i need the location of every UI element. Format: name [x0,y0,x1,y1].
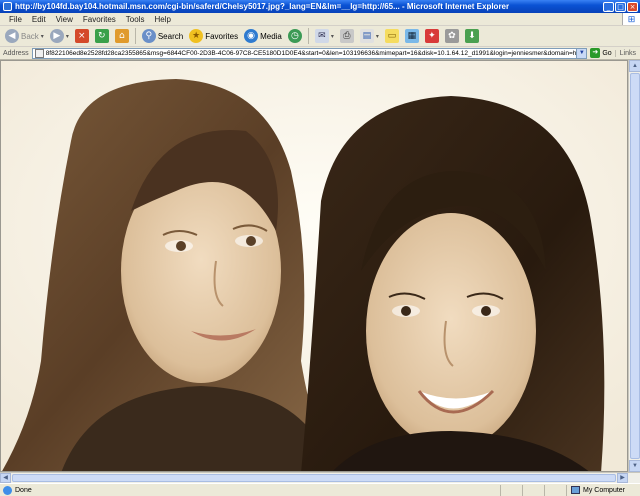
history-button[interactable]: ◷ [286,27,304,45]
media-label: Media [260,31,282,41]
mail-icon: ✉ [314,29,329,43]
messenger-icon: ✦ [424,29,439,43]
maximize-button[interactable]: □ [615,1,626,12]
edit-button[interactable]: ▤ ▾ [358,27,381,45]
back-button[interactable]: ◀ Back ▾ [3,27,46,45]
vertical-scrollbar[interactable]: ▲ ▼ [628,60,640,472]
scroll-down-icon[interactable]: ▼ [629,460,640,472]
status-bar: Done My Computer [0,483,640,496]
page-content [0,60,628,472]
forward-button[interactable]: ▶ ▾ [48,27,71,45]
photo [1,61,627,471]
computer-icon [571,486,580,494]
address-bar: Address ▼ ➜ Go Links [0,47,640,60]
security-zone: My Computer [566,484,640,496]
media-button[interactable]: ◉ Media [242,27,284,45]
status-cell [522,484,544,496]
forward-dropdown-icon[interactable]: ▾ [66,33,69,40]
close-button[interactable]: × [627,1,638,12]
back-dropdown-icon[interactable]: ▾ [41,33,44,40]
address-field[interactable]: ▼ [31,47,588,59]
download-button[interactable]: ⬇ [463,27,481,45]
menu-view[interactable]: View [51,15,78,24]
star-icon: ★ [189,29,204,43]
menu-edit[interactable]: Edit [27,15,51,24]
print-button[interactable]: ⎙ [338,27,356,45]
back-label: Back [21,31,39,41]
search-button[interactable]: ⚲ Search [140,27,185,45]
home-icon: ⌂ [114,29,129,43]
stop-button[interactable]: × [73,27,91,45]
window-title: http://by104fd.bay104.hotmail.msn.com/cg… [15,2,510,11]
go-arrow-icon: ➜ [590,48,601,58]
horizontal-scrollbar[interactable]: ◀ ▶ [0,472,640,483]
url-input[interactable] [45,48,577,58]
mail-button[interactable]: ✉ ▾ [313,27,336,45]
status-text: Done [15,486,32,494]
status-left: Done [0,485,500,495]
horizontal-scroll-thumb[interactable] [12,474,616,482]
toolbar-separator [134,28,136,44]
scroll-right-icon[interactable]: ▶ [617,473,628,483]
search-label: Search [157,31,184,41]
favorites-button[interactable]: ★ Favorites [187,27,240,45]
menu-bar: File Edit View Favorites Tools Help ⊞ [0,13,640,26]
page-icon [34,48,44,58]
address-label: Address [3,49,29,57]
go-button[interactable]: ➜ Go [590,48,612,58]
back-arrow-icon: ◀ [5,29,19,43]
home-button[interactable]: ⌂ [113,27,131,45]
title-bar: http://by104fd.bay104.hotmail.msn.com/cg… [0,0,640,13]
windows-logo-icon: ⊞ [622,13,640,25]
discuss-button[interactable]: ▭ [383,27,401,45]
research-icon: ▦ [404,29,419,43]
zone-label: My Computer [583,486,626,494]
menu-tools[interactable]: Tools [121,15,150,24]
scroll-up-icon[interactable]: ▲ [629,60,640,72]
links-button[interactable]: Links [614,49,640,57]
stop-icon: × [74,29,89,43]
address-dropdown-icon[interactable]: ▼ [576,48,587,58]
status-cell [544,484,566,496]
menu-file[interactable]: File [4,15,27,24]
favorites-label: Favorites [205,31,239,41]
menu-help[interactable]: Help [149,15,175,24]
minimize-button[interactable]: _ [603,1,614,12]
ie-app-icon [3,2,12,11]
forward-arrow-icon: ▶ [49,29,64,43]
menu-favorites[interactable]: Favorites [78,15,121,24]
mail-dropdown-icon[interactable]: ▾ [331,33,334,40]
search-icon: ⚲ [141,29,156,43]
right-person [301,96,605,471]
download-icon: ⬇ [464,29,479,43]
note-icon: ▭ [384,29,399,43]
edit-dropdown-icon[interactable]: ▾ [376,33,379,40]
research-button[interactable]: ▦ [403,27,421,45]
toolbar: ◀ Back ▾ ▶ ▾ × ↻ ⌂ ⚲ Search ★ Favorites … [0,26,640,47]
scroll-left-icon[interactable]: ◀ [0,473,11,483]
go-label: Go [602,49,612,57]
refresh-icon: ↻ [94,29,109,43]
media-icon: ◉ [244,29,259,43]
messenger-button[interactable]: ✦ [423,27,441,45]
printer-icon: ⎙ [339,29,354,43]
status-cell [500,484,522,496]
window-controls: _ □ × [603,1,638,12]
done-icon [3,485,12,495]
tools-icon: ✿ [444,29,459,43]
edit-page-icon: ▤ [359,29,374,43]
toolbar-separator [307,28,309,44]
history-icon: ◷ [287,29,302,43]
refresh-button[interactable]: ↻ [93,27,111,45]
vertical-scroll-thumb[interactable] [630,73,640,459]
tools-button[interactable]: ✿ [443,27,461,45]
